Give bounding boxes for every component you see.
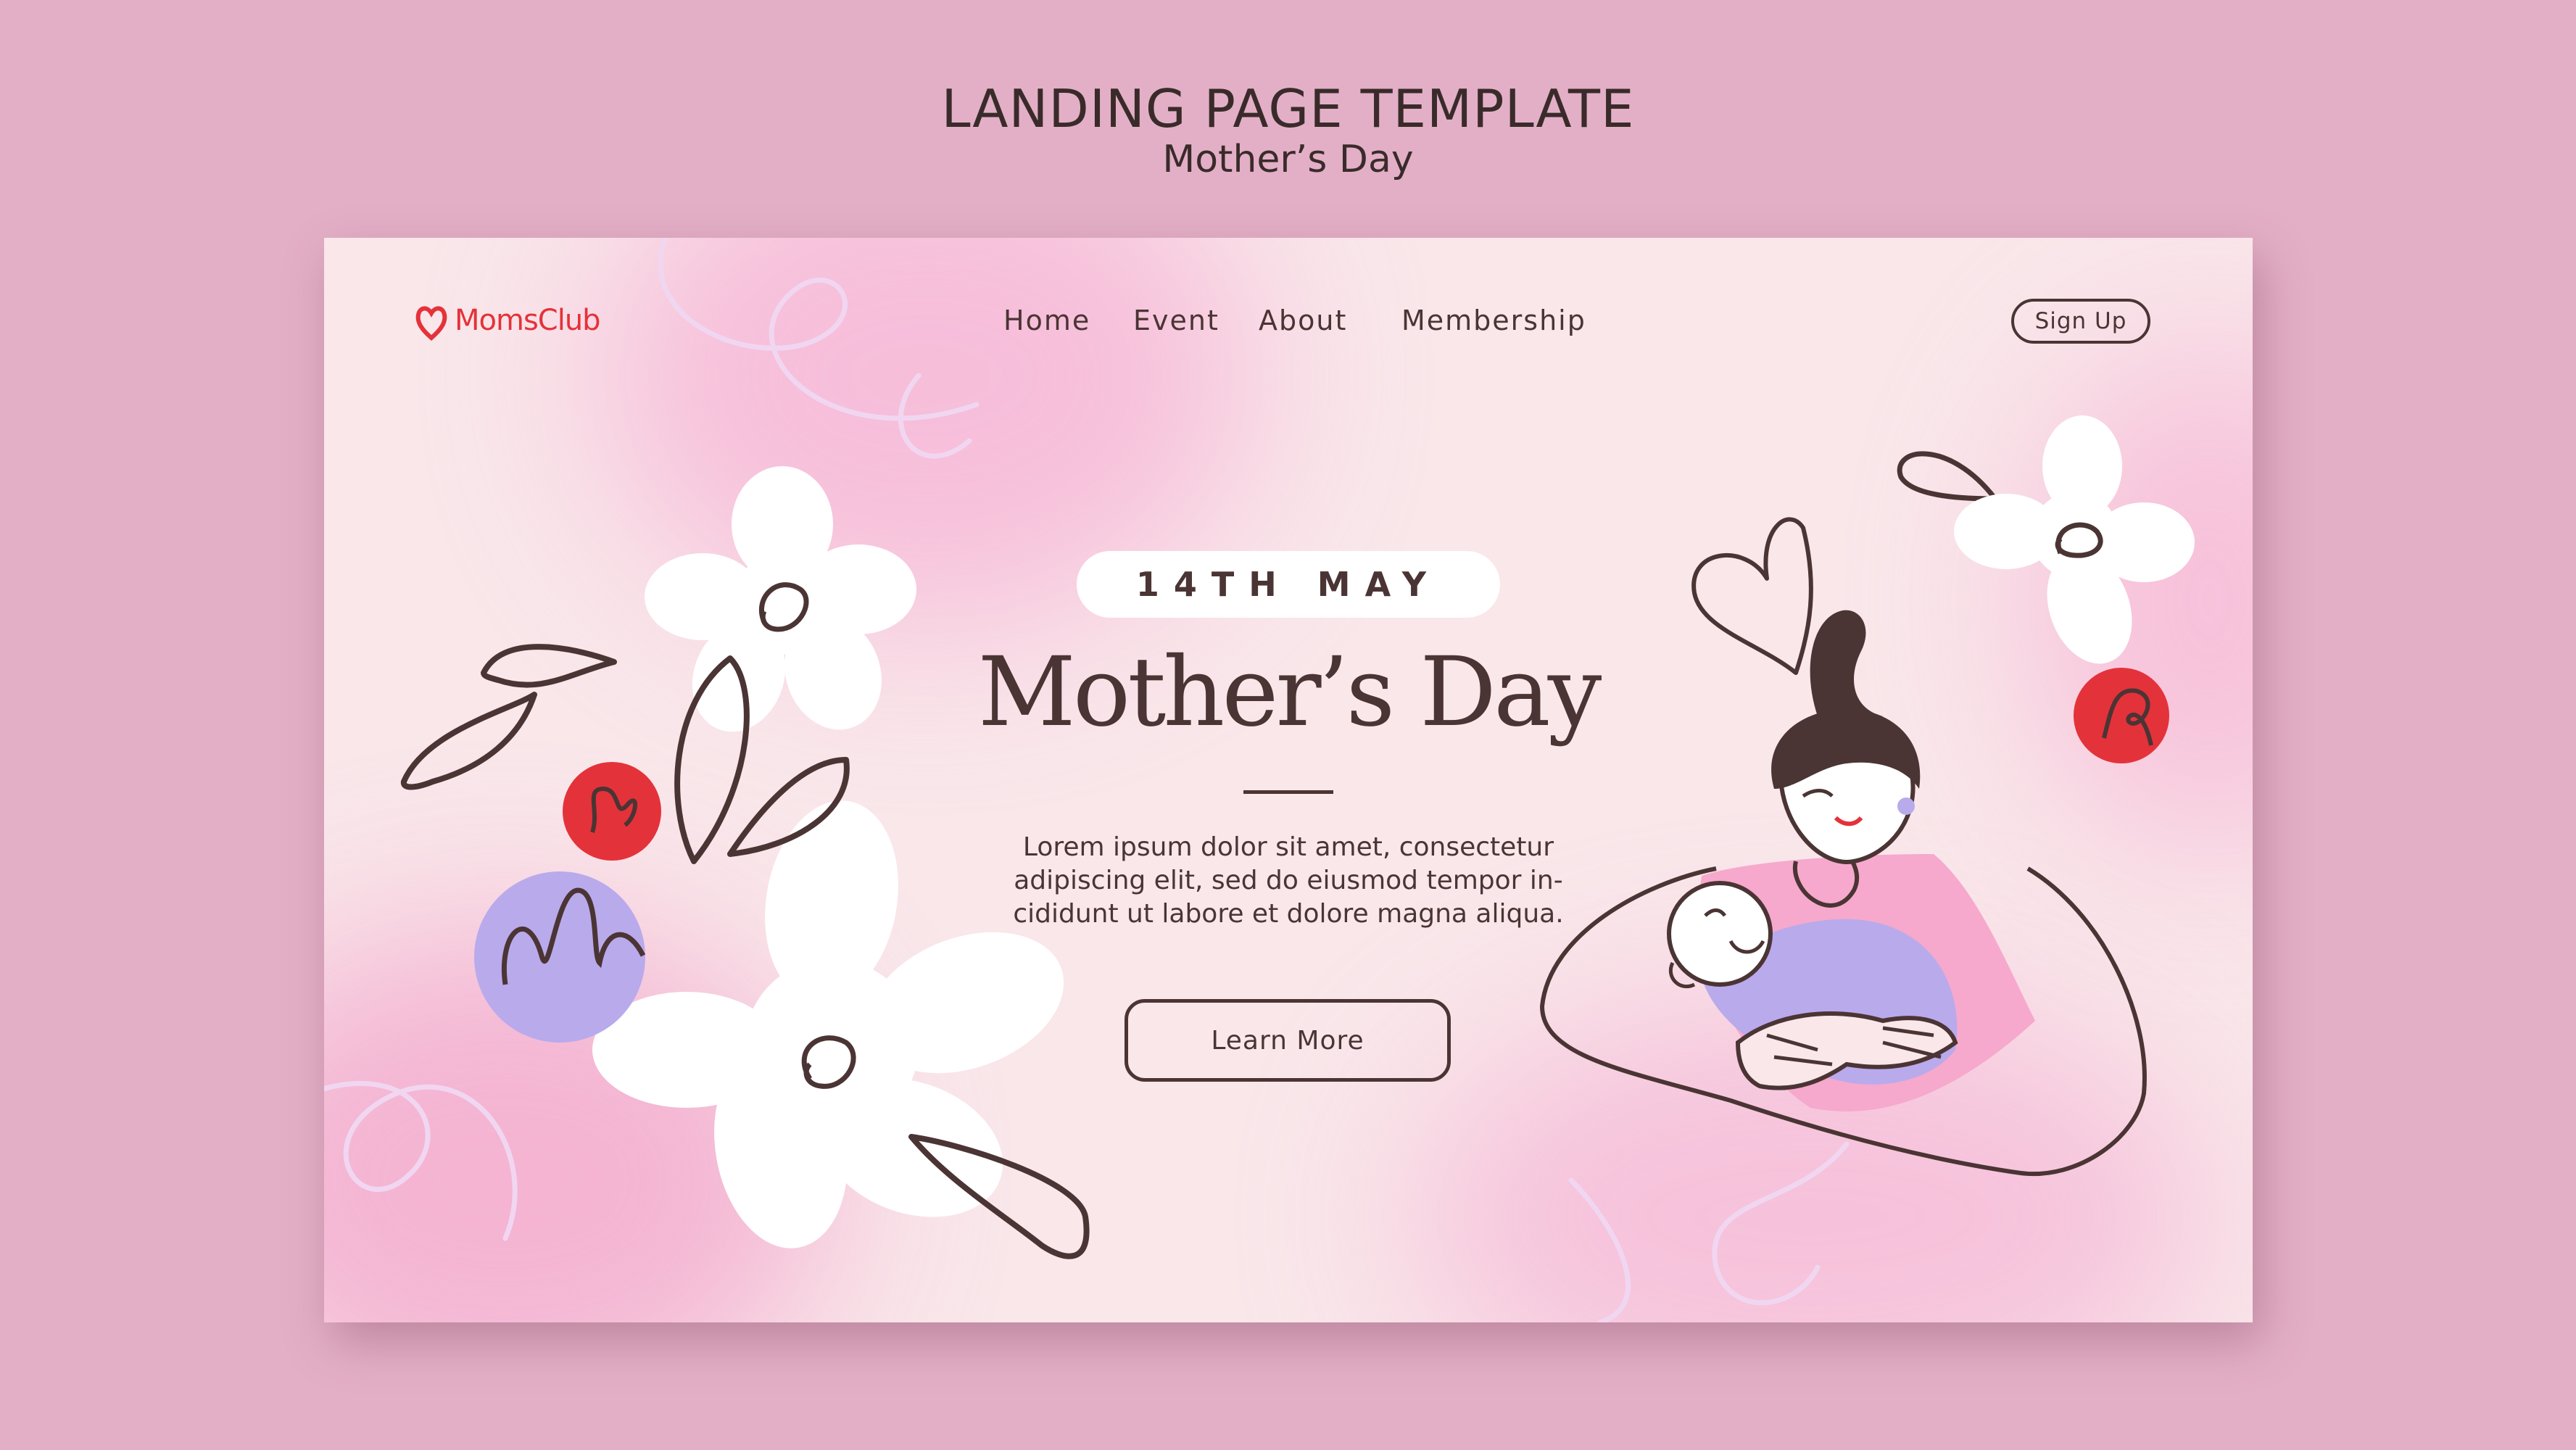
template-title: LANDING PAGE TEMPLATE <box>941 78 1635 139</box>
date-badge: 14TH MAY <box>1077 551 1500 618</box>
logo[interactable]: MomsClub <box>415 297 601 344</box>
landing-page-mockup: MomsClub Home Event About Membership Sig… <box>324 238 2253 1322</box>
hero-description: Lorem ipsum dolor sit amet, consectetur … <box>962 831 1615 931</box>
heart-icon <box>415 306 447 341</box>
description-line: adipiscing elit, sed do eiusmod tempor i… <box>1014 866 1563 895</box>
hero-title: Mother’s Day <box>977 637 1602 748</box>
nav-item-event[interactable]: Event <box>1133 304 1219 336</box>
nav-item-membership[interactable]: Membership <box>1401 304 1586 336</box>
lavender-circle-doodle <box>474 871 646 1043</box>
title-divider <box>1243 790 1333 794</box>
squiggle-doodle <box>324 1081 518 1241</box>
nav-item-home[interactable]: Home <box>1003 304 1090 336</box>
decor-illustrations <box>324 238 2195 1322</box>
red-circle-doodle <box>563 762 661 861</box>
nav-item-about[interactable]: About <box>1259 304 1347 336</box>
squiggle-doodle <box>658 238 980 421</box>
learn-more-button[interactable]: Learn More <box>1125 999 1451 1082</box>
logo-text: MomsClub <box>455 304 601 337</box>
signup-button[interactable]: Sign Up <box>2011 299 2150 344</box>
squiggle-doodle <box>1712 1141 1850 1306</box>
petal-doodle-icon <box>1897 451 2001 502</box>
description-line: cididunt ut labore et dolore magna aliqu… <box>1013 899 1564 929</box>
squiggle-doodle <box>1568 1177 1631 1322</box>
template-subtitle: Mother’s Day <box>1162 138 1414 181</box>
description-line: Lorem ipsum dolor sit amet, consectetur <box>1022 832 1554 862</box>
